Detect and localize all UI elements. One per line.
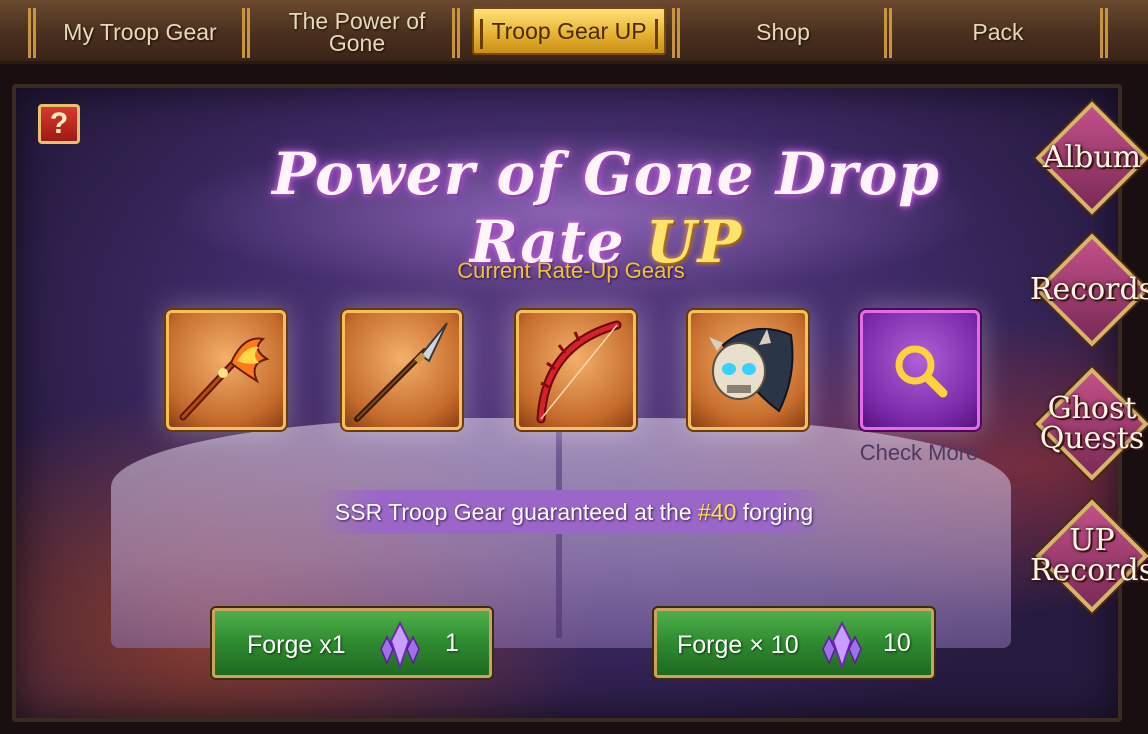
rate-up-heading: Current Rate-Up Gears: [457, 258, 685, 283]
tab-divider: [884, 8, 892, 58]
forge-x10-label: Forge × 10: [677, 631, 799, 659]
tab-divider: [452, 8, 460, 58]
tab-divider: [672, 8, 680, 58]
tab-shop[interactable]: Shop: [690, 6, 876, 58]
tab-divider: [28, 8, 36, 58]
guarantee-suffix: forging: [736, 499, 814, 525]
records-label: Records: [1029, 272, 1148, 307]
flame-halberd-icon: [179, 337, 270, 421]
guarantee-number: #40: [698, 499, 737, 525]
tab-troop-gear-up[interactable]: Troop Gear UP: [472, 7, 666, 55]
up-records-button[interactable]: UP Records: [1030, 499, 1148, 613]
tab-pack[interactable]: Pack: [900, 6, 1096, 58]
forge-x10-cost: 10: [883, 629, 911, 657]
skull-shoulder-armor-icon: [709, 328, 794, 413]
gear-slot-2[interactable]: [342, 310, 462, 430]
tab-divider: [1100, 8, 1108, 58]
album-label: Album: [1042, 140, 1142, 175]
tab-power-of-gone[interactable]: The Power of Gone: [262, 6, 452, 58]
check-more-label: Check More: [859, 440, 979, 465]
spear-icon: [354, 322, 448, 422]
forge-x1-label: Forge x1: [247, 631, 346, 659]
ghost-quests-label: Ghost Quests: [1039, 391, 1145, 456]
purple-crystal-icon: [380, 621, 420, 669]
up-records-label: UP Records: [1029, 523, 1148, 588]
magnifier-icon: [895, 345, 948, 398]
gear-slot-1[interactable]: [166, 310, 286, 430]
red-bow-icon: [536, 320, 622, 424]
event-panel: ? Power of Gone Drop Rate UP Current Rat…: [12, 84, 1122, 722]
forge-x1-button[interactable]: Forge x1 1: [212, 608, 492, 678]
gear-slot-3[interactable]: [516, 310, 636, 430]
guarantee-prefix: SSR Troop Gear guaranteed at the: [334, 499, 699, 525]
help-button[interactable]: ?: [38, 104, 80, 144]
album-button[interactable]: Album: [1035, 101, 1148, 215]
purple-crystal-icon: [822, 621, 862, 669]
tab-bar: My Troop Gear The Power of Gone Troop Ge…: [0, 0, 1148, 64]
guarantee-banner: SSR Troop Gear guaranteed at the #40 for…: [316, 490, 832, 534]
gear-slot-4[interactable]: [688, 310, 808, 430]
check-more-button[interactable]: [860, 310, 980, 430]
tab-divider: [242, 8, 250, 58]
forge-x1-cost: 1: [445, 629, 459, 657]
tab-my-troop-gear[interactable]: My Troop Gear: [40, 6, 240, 58]
event-title: Power of Gone Drop Rate UP: [206, 140, 1006, 276]
records-button[interactable]: Records: [1030, 233, 1148, 347]
ghost-quests-button[interactable]: Ghost Quests: [1035, 367, 1148, 481]
forge-x10-button[interactable]: Forge × 10 10: [654, 608, 934, 678]
